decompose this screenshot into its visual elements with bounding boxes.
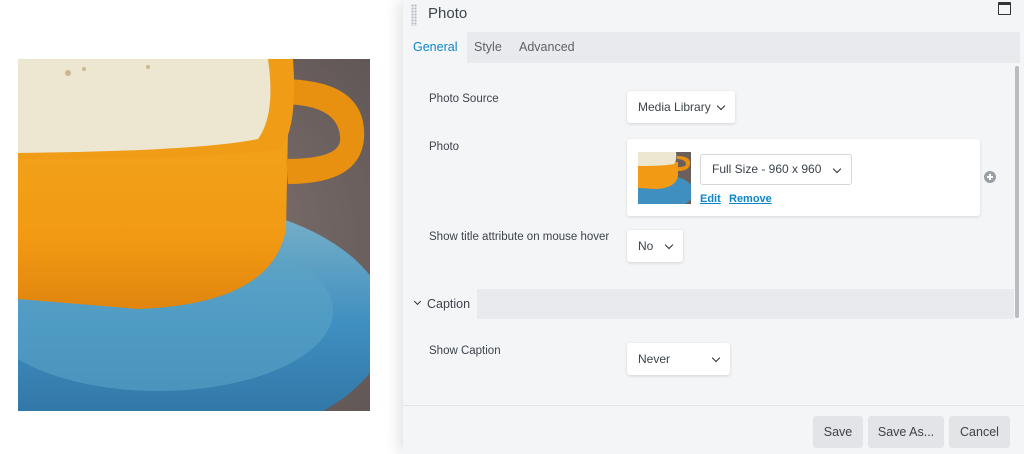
caption-section-toggle[interactable]: Caption: [403, 289, 477, 319]
photo-label: Photo: [429, 141, 460, 153]
title-hover-select[interactable]: No: [627, 230, 683, 262]
photo-field: Full Size - 960 x 960 Edit Remove: [627, 139, 980, 216]
save-as-button[interactable]: Save As...: [868, 416, 944, 448]
show-caption-value: Never: [638, 352, 671, 366]
chevron-down-icon: [711, 353, 721, 363]
photo-source-label: Photo Source: [429, 93, 499, 105]
drag-handle-icon[interactable]: [411, 4, 417, 26]
show-caption-select[interactable]: Never: [627, 343, 730, 375]
tab-general[interactable]: General: [403, 32, 468, 63]
chevron-down-icon: [664, 240, 674, 250]
tab-advanced[interactable]: Advanced: [519, 32, 575, 63]
photo-thumbnail[interactable]: [638, 152, 691, 204]
photo-source-value: Media Library: [638, 100, 711, 114]
title-hover-value: No: [638, 239, 654, 253]
show-caption-label: Show Caption: [429, 345, 501, 357]
panel-footer: Save Save As... Cancel: [403, 405, 1024, 454]
caption-section-header: Caption: [403, 289, 1014, 319]
scrollbar-thumb[interactable]: [1015, 66, 1019, 318]
content-scrollbar[interactable]: [1014, 63, 1020, 400]
tab-style[interactable]: Style: [474, 32, 502, 63]
photo-source-select[interactable]: Media Library: [627, 91, 735, 123]
coffee-cup-image: [18, 59, 370, 411]
settings-panel: Photo General Style Advanced Photo Sourc…: [403, 0, 1024, 454]
remove-photo-link[interactable]: Remove: [729, 193, 772, 205]
window-icon[interactable]: [998, 2, 1011, 15]
photo-size-value: Full Size - 960 x 960: [712, 162, 822, 176]
add-circle-icon[interactable]: [984, 171, 996, 183]
panel-title: Photo: [428, 5, 468, 22]
chevron-down-icon: [413, 297, 422, 306]
chevron-down-icon: [832, 164, 842, 174]
save-button[interactable]: Save: [813, 416, 863, 448]
coffee-cup-thumbnail-image: [638, 152, 691, 204]
settings-content: Photo Source Media Library Photo Full Si…: [403, 63, 1014, 400]
title-hover-label: Show title attribute on mouse hover: [429, 231, 610, 243]
caption-section-title: Caption: [427, 297, 471, 311]
chevron-down-icon: [716, 101, 726, 111]
edit-photo-link[interactable]: Edit: [700, 193, 721, 205]
page-photo[interactable]: [18, 59, 370, 411]
panel-header[interactable]: Photo: [403, 0, 1024, 32]
photo-size-select[interactable]: Full Size - 960 x 960: [700, 154, 852, 185]
cancel-button[interactable]: Cancel: [949, 416, 1010, 448]
tab-bar: General Style Advanced: [403, 32, 1020, 63]
